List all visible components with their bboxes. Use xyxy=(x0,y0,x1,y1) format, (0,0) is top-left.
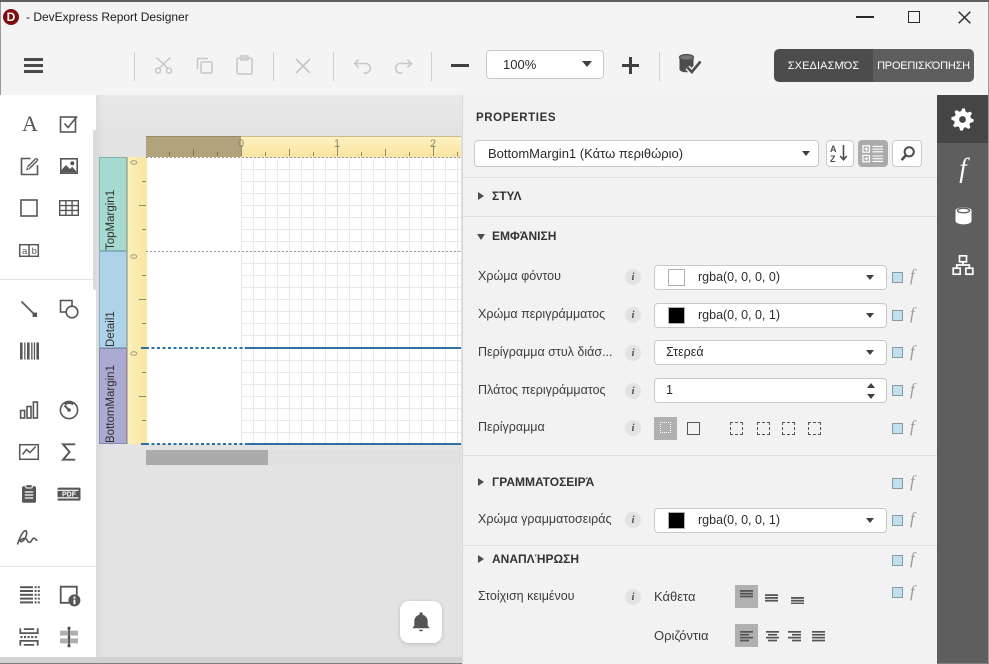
svg-text:Z: Z xyxy=(830,154,836,164)
svg-text:PDF: PDF xyxy=(62,491,77,498)
svg-text:A: A xyxy=(830,144,837,154)
svg-text:a: a xyxy=(22,246,28,257)
svg-text:b: b xyxy=(32,246,37,257)
